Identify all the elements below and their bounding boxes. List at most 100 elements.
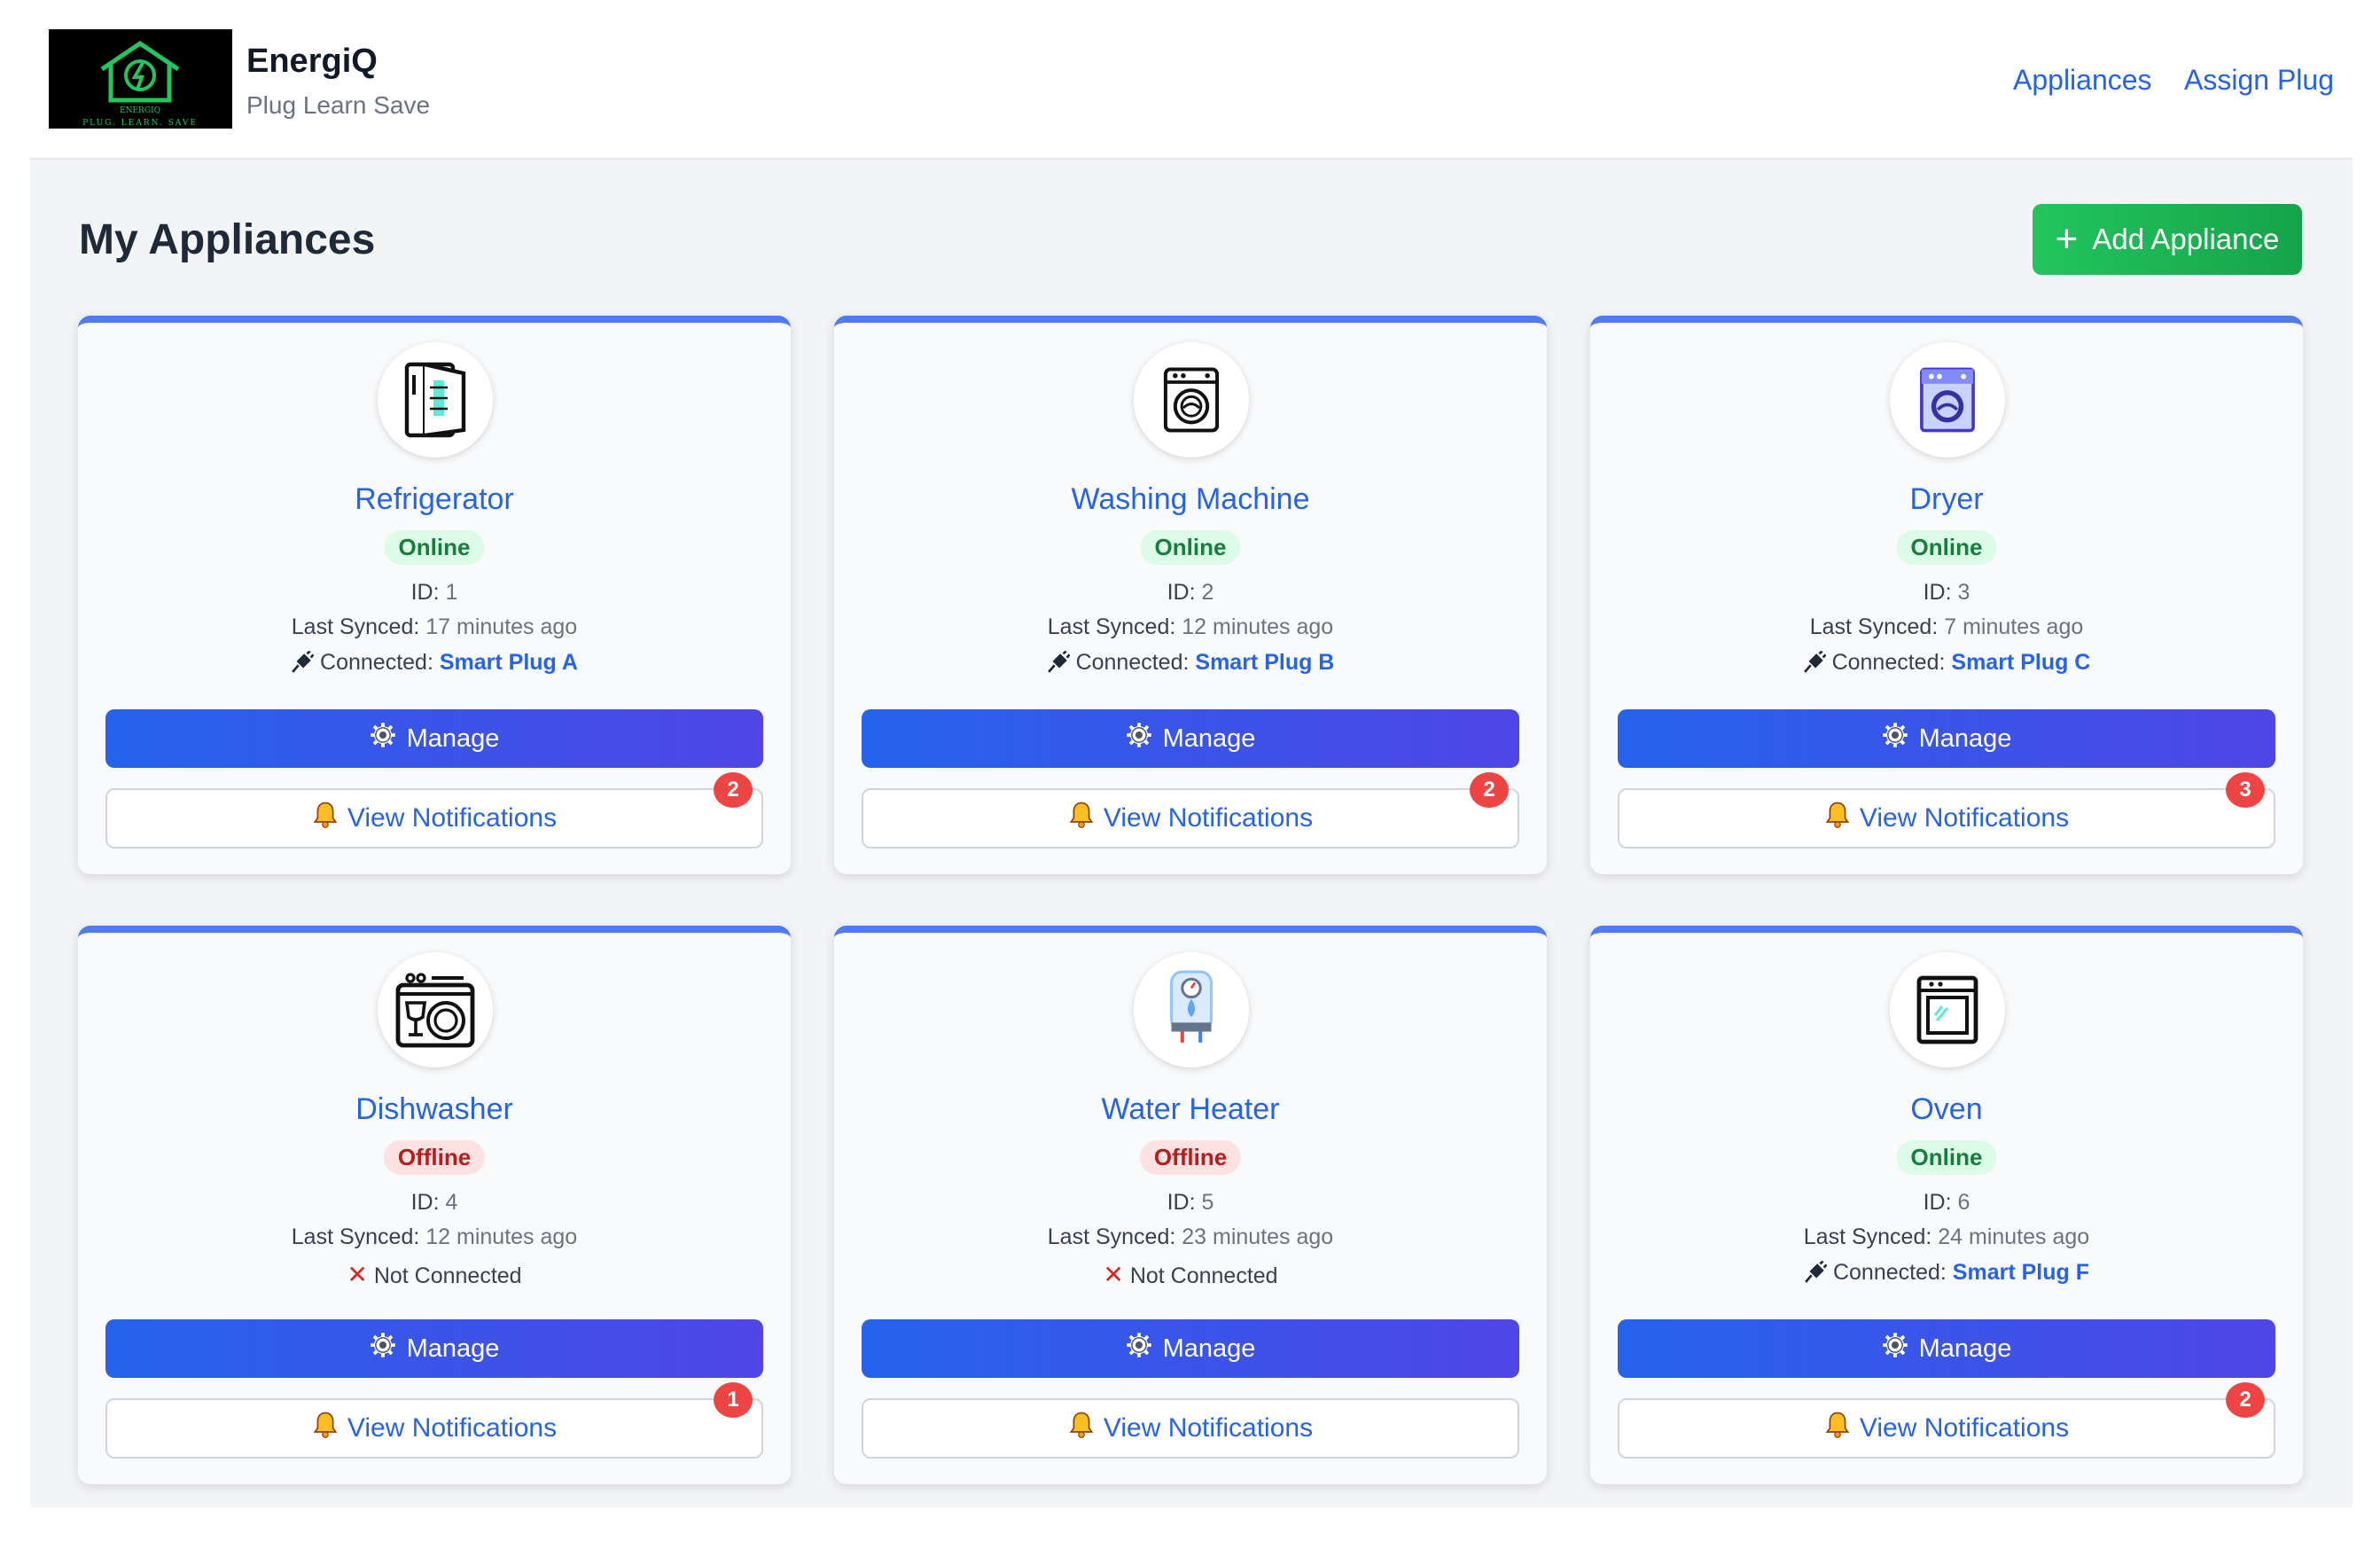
not-connected-label: Not Connected — [373, 1263, 522, 1288]
connection-status: Connected: Smart Plug A — [78, 650, 791, 676]
plug-icon — [1804, 1260, 1828, 1285]
appliance-name[interactable]: Dryer — [1590, 482, 2303, 517]
washing-machine-icon — [1134, 342, 1249, 458]
manage-button[interactable]: Manage — [862, 1319, 1519, 1378]
view-notifications-button[interactable]: View Notifications — [105, 1398, 763, 1459]
view-notifications-button[interactable]: View Notifications — [1618, 788, 2275, 849]
brand-name: EnergiQ — [246, 43, 378, 80]
brand-logo[interactable]: ENERGIQ PLUG. LEARN. SAVE — [49, 29, 232, 129]
gear-icon — [1126, 722, 1152, 755]
manage-label: Manage — [1162, 1334, 1256, 1363]
last-synced-value: 7 minutes ago — [1944, 614, 2084, 639]
manage-button[interactable]: Manage — [1618, 1319, 2275, 1378]
manage-button[interactable]: Manage — [105, 1319, 763, 1378]
smart-plug-link[interactable]: Smart Plug A — [440, 650, 578, 675]
oven-icon — [1890, 952, 2005, 1068]
last-synced-value: 12 minutes ago — [425, 1224, 578, 1249]
last-synced: Last Synced: 12 minutes ago — [834, 614, 1547, 640]
id-label: ID: — [1923, 580, 1952, 605]
gear-icon — [1126, 1332, 1152, 1365]
plug-icon — [1047, 650, 1071, 675]
view-notifications-button[interactable]: View Notifications — [105, 788, 763, 849]
smart-plug-link[interactable]: Smart Plug B — [1195, 650, 1334, 675]
view-notifications-label: View Notifications — [1859, 1413, 2070, 1443]
app-header: ENERGIQ PLUG. LEARN. SAVE EnergiQ Plug L… — [0, 0, 2380, 158]
appliance-name[interactable]: Oven — [1590, 1092, 2303, 1127]
notification-count-badge: 2 — [714, 772, 753, 808]
notification-count-badge: 2 — [2226, 1382, 2265, 1418]
view-notifications-label: View Notifications — [347, 1413, 558, 1443]
status-badge: Online — [1140, 530, 1241, 565]
last-synced: Last Synced: 7 minutes ago — [1590, 614, 2303, 640]
manage-label: Manage — [1918, 1334, 2012, 1363]
x-mark-icon: ✕ — [347, 1261, 368, 1288]
bell-icon — [1068, 1411, 1095, 1446]
last-synced-label: Last Synced: — [1809, 614, 1939, 639]
view-notifications-button[interactable]: View Notifications — [862, 788, 1519, 849]
id-value: 1 — [445, 580, 458, 605]
dishwasher-icon — [378, 952, 493, 1068]
appliance-id: ID: 5 — [834, 1190, 1547, 1216]
notification-count-badge: 2 — [1470, 772, 1509, 808]
appliance-card-refrigerator: Refrigerator Online ID: 1 Last Synced: 1… — [78, 316, 791, 874]
last-synced: Last Synced: 17 minutes ago — [78, 614, 791, 640]
id-label: ID: — [1923, 1190, 1952, 1215]
add-appliance-button[interactable]: + Add Appliance — [2033, 204, 2302, 275]
nav-link-assign-plug[interactable]: Assign Plug — [2184, 64, 2334, 97]
svg-text:PLUG. LEARN. SAVE: PLUG. LEARN. SAVE — [82, 119, 198, 128]
manage-label: Manage — [406, 724, 500, 753]
appliance-name[interactable]: Washing Machine — [834, 482, 1547, 517]
gear-icon — [370, 1332, 396, 1365]
manage-button[interactable]: Manage — [105, 709, 763, 768]
status-badge: Online — [384, 530, 485, 565]
gear-icon — [1882, 1332, 1908, 1365]
bell-icon — [312, 1411, 339, 1446]
manage-label: Manage — [1162, 724, 1256, 753]
id-label: ID: — [1167, 1190, 1196, 1215]
appliance-id: ID: 4 — [78, 1190, 791, 1216]
bell-icon — [1824, 801, 1851, 836]
brand-tagline: Plug Learn Save — [246, 91, 431, 119]
nav-link-appliances[interactable]: Appliances — [2013, 64, 2152, 97]
appliance-card-dryer: Dryer Online ID: 3 Last Synced: 7 minute… — [1590, 316, 2303, 874]
appliance-id: ID: 3 — [1590, 580, 2303, 606]
id-value: 3 — [1957, 580, 1970, 605]
view-notifications-button[interactable]: View Notifications — [862, 1398, 1519, 1459]
manage-button[interactable]: Manage — [862, 709, 1519, 768]
svg-text:ENERGIQ: ENERGIQ — [120, 106, 160, 115]
last-synced-value: 17 minutes ago — [425, 614, 578, 639]
connection-status: Connected: Smart Plug B — [834, 650, 1547, 676]
gear-icon — [1882, 722, 1908, 755]
last-synced-label: Last Synced: — [1047, 1224, 1176, 1249]
connected-label: Connected: — [1831, 650, 1946, 675]
last-synced: Last Synced: 12 minutes ago — [78, 1224, 791, 1250]
view-notifications-label: View Notifications — [1859, 803, 2070, 833]
connected-label: Connected: — [320, 650, 433, 675]
smart-plug-link[interactable]: Smart Plug C — [1951, 650, 2090, 675]
smart-plug-link[interactable]: Smart Plug F — [1953, 1260, 2089, 1285]
add-appliance-label: Add Appliance — [2092, 223, 2280, 255]
appliance-card-oven: Oven Online ID: 6 Last Synced: 24 minute… — [1590, 926, 2303, 1484]
bell-icon — [1824, 1411, 1851, 1446]
refrigerator-icon — [378, 342, 493, 458]
connection-status: Connected: Smart Plug C — [1590, 650, 2303, 676]
manage-button[interactable]: Manage — [1618, 709, 2275, 768]
view-notifications-label: View Notifications — [347, 803, 558, 833]
status-badge: Offline — [383, 1140, 486, 1175]
appliance-grid: Refrigerator Online ID: 1 Last Synced: 1… — [78, 316, 2331, 1484]
connection-status: Connected: Smart Plug F — [1590, 1260, 2303, 1286]
appliance-name[interactable]: Dishwasher — [78, 1092, 791, 1127]
connection-status: ✕ Not Connected — [834, 1260, 1547, 1289]
manage-label: Manage — [406, 1334, 500, 1363]
appliance-id: ID: 1 — [78, 580, 791, 606]
status-badge: Offline — [1139, 1140, 1242, 1175]
appliance-name[interactable]: Refrigerator — [78, 482, 791, 517]
id-label: ID: — [410, 1190, 440, 1215]
appliance-card-water-heater: Water Heater Offline ID: 5 Last Synced: … — [834, 926, 1547, 1484]
appliance-card-dishwasher: Dishwasher Offline ID: 4 Last Synced: 12… — [78, 926, 791, 1484]
main-content: My Appliances + Add Appliance Refrigerat… — [30, 158, 2353, 1507]
appliance-name[interactable]: Water Heater — [834, 1092, 1547, 1127]
plus-icon: + — [2055, 217, 2079, 261]
view-notifications-button[interactable]: View Notifications — [1618, 1398, 2275, 1459]
id-value: 2 — [1201, 580, 1214, 605]
